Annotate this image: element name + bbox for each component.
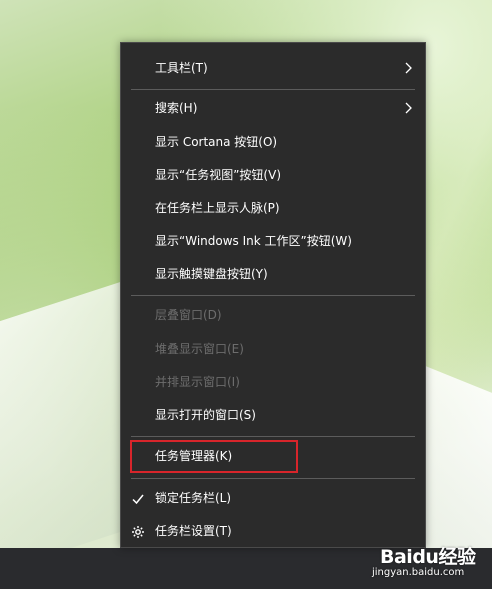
menu-item-label: 锁定任务栏(L) [155, 491, 232, 505]
highlight-annotation-box [130, 440, 298, 473]
menu-item-cascade-windows: 层叠窗口(D) [121, 299, 425, 332]
chevron-right-icon [405, 62, 412, 74]
menu-separator [131, 478, 415, 479]
menu-item-show-touch-keyboard-button[interactable]: 显示触摸键盘按钮(Y) [121, 258, 425, 291]
menu-item-show-people[interactable]: 在任务栏上显示人脉(P) [121, 192, 425, 225]
menu-item-label: 显示 Cortana 按钮(O) [155, 135, 278, 149]
chevron-right-icon [405, 102, 412, 114]
menu-separator [131, 436, 415, 437]
menu-separator [131, 295, 415, 296]
menu-separator [131, 89, 415, 90]
menu-item-toolbars[interactable]: 工具栏(T) [121, 52, 425, 85]
taskbar-context-menu: 工具栏(T) 搜索(H) 显示 Cortana 按钮(O) 显示“任务视图”按钮… [120, 42, 426, 548]
menu-item-label: 层叠窗口(D) [155, 308, 222, 322]
menu-item-lock-taskbar[interactable]: 锁定任务栏(L) [121, 482, 425, 515]
watermark-url: jingyan.baidu.com [372, 567, 465, 578]
menu-item-label: 堆叠显示窗口(E) [155, 342, 244, 356]
menu-item-label: 显示“任务视图”按钮(V) [155, 168, 282, 182]
menu-item-label: 任务栏设置(T) [155, 524, 232, 538]
menu-item-show-windows-ink-button[interactable]: 显示“Windows Ink 工作区”按钮(W) [121, 225, 425, 258]
menu-item-label: 显示打开的窗口(S) [155, 408, 256, 422]
menu-item-side-by-side-windows: 并排显示窗口(I) [121, 366, 425, 399]
menu-item-label: 搜索(H) [155, 101, 198, 115]
menu-item-stack-windows: 堆叠显示窗口(E) [121, 333, 425, 366]
menu-item-show-task-view-button[interactable]: 显示“任务视图”按钮(V) [121, 159, 425, 192]
menu-item-label: 在任务栏上显示人脉(P) [155, 201, 280, 215]
menu-item-label: 工具栏(T) [155, 61, 208, 75]
baidu-jingyan-watermark: Baidu经验 jingyan.baidu.com [370, 536, 492, 586]
menu-item-label: 显示触摸键盘按钮(Y) [155, 267, 268, 281]
checkmark-icon [132, 494, 144, 505]
watermark-brand: Baidu经验 [380, 546, 476, 568]
menu-item-show-desktop[interactable]: 显示打开的窗口(S) [121, 399, 425, 432]
menu-item-show-cortana-button[interactable]: 显示 Cortana 按钮(O) [121, 126, 425, 159]
gear-icon [132, 526, 144, 538]
menu-item-search[interactable]: 搜索(H) [121, 92, 425, 125]
menu-item-label: 显示“Windows Ink 工作区”按钮(W) [155, 234, 352, 248]
menu-item-label: 并排显示窗口(I) [155, 375, 240, 389]
